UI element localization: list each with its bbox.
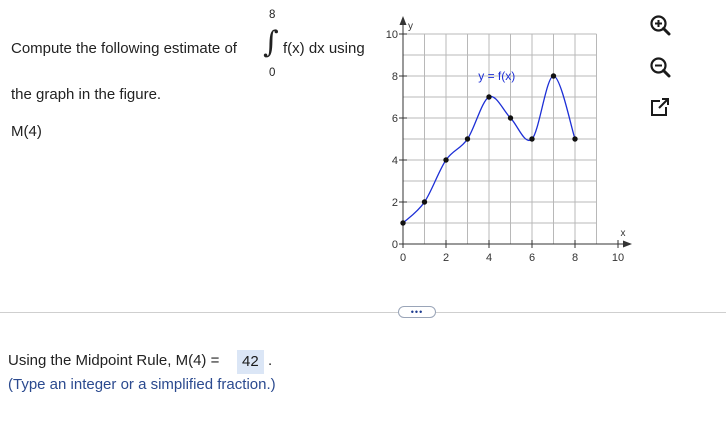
x-tick-label: 0 [400, 252, 406, 264]
y-axis-arrow-icon [399, 16, 407, 25]
y-axis-label: y [408, 21, 413, 32]
integral-upper-limit: 8 [269, 9, 276, 21]
section-divider [0, 312, 726, 313]
answer-prefix: Using the Midpoint Rule, M(4) = [8, 352, 220, 369]
y-tick-label: 2 [392, 197, 398, 209]
x-tick-label: 6 [529, 252, 535, 264]
question-prefix: Compute the following estimate of [11, 40, 237, 57]
data-point [572, 136, 578, 142]
x-tick-label: 10 [612, 252, 624, 264]
data-point [507, 115, 514, 121]
estimate-label: M(4) [11, 123, 42, 140]
integral-sign-icon: ∫ [263, 25, 279, 60]
x-axis-label: x [621, 228, 626, 239]
data-point [529, 136, 535, 142]
x-axis-arrow-icon [623, 240, 632, 248]
x-tick-label: 2 [443, 252, 449, 264]
curve-label: y = f(x) [478, 69, 515, 83]
y-tick-label: 6 [392, 113, 398, 125]
y-tick-label: 10 [386, 29, 398, 41]
data-point [486, 94, 492, 100]
x-tick-label: 4 [486, 252, 492, 264]
more-button[interactable]: ••• [398, 306, 436, 318]
zoom-out-icon[interactable] [649, 56, 671, 78]
integral-lower-limit: 0 [269, 67, 276, 79]
answer-hint: (Type an integer or a simplified fractio… [8, 376, 276, 393]
data-point [421, 199, 428, 205]
y-tick-label: 0 [392, 239, 398, 251]
zoom-in-icon[interactable] [649, 14, 671, 36]
y-tick-label: 8 [392, 71, 398, 83]
x-tick-label: 8 [572, 252, 578, 264]
data-point [443, 157, 449, 163]
popout-icon[interactable] [649, 96, 671, 118]
data-point [550, 73, 557, 79]
answer-input[interactable]: 42 [237, 350, 264, 374]
function-graph: 0 2 4 6 8 10 0 2 4 6 8 10 x y y = f(x) [386, 16, 632, 264]
data-point [464, 136, 471, 142]
integrand-text: f(x) dx using [283, 40, 365, 57]
y-tick-label: 4 [392, 155, 398, 167]
question-line2: the graph in the figure. [11, 86, 162, 103]
answer-suffix: . [268, 352, 273, 369]
data-point [400, 220, 406, 226]
